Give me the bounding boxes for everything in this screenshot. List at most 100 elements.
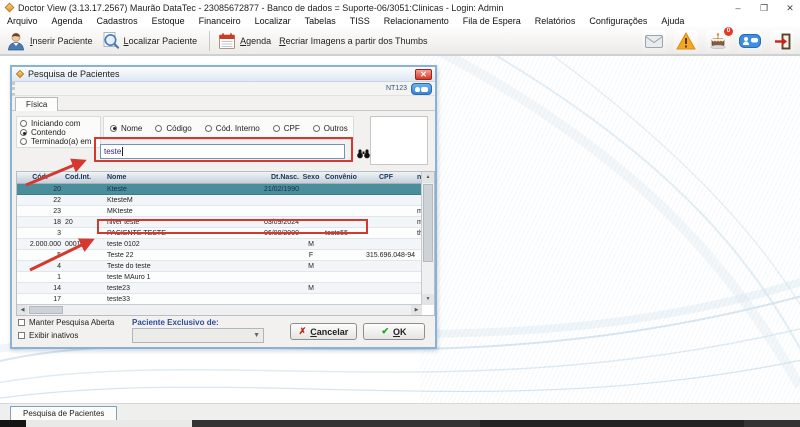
menu-item-tabelas[interactable]: Tabelas [298,16,343,26]
column-header[interactable]: Cod.Int. [65,172,105,184]
table-cell: MKteste [107,206,265,217]
vscroll-thumb[interactable] [423,184,433,262]
table-cell: 2.000.000 [19,239,61,250]
radio-option-c-d-interno[interactable]: Cód. Interno [205,124,260,133]
radio-option-terminado-a-em[interactable]: Terminado(a) em [20,137,97,146]
menu-item-agenda[interactable]: Agenda [45,16,90,26]
radio-icon[interactable] [20,138,27,145]
window-title: Doctor View (3.13.17.2567) Maurão DataTe… [18,3,503,13]
scroll-right-icon[interactable]: ▶ [411,305,422,315]
taskbar-search-segment[interactable] [26,420,192,427]
dialog-titlebar[interactable]: Pesquisa de Pacientes ✕ [12,67,435,82]
menu-item-financeiro[interactable]: Financeiro [192,16,248,26]
insert-patient-button[interactable]: Inserir Paciente [4,29,99,53]
agenda-button[interactable]: Agenda [216,30,277,52]
menu-item-arquivo[interactable]: Arquivo [0,16,45,26]
table-cell [301,217,321,228]
taskbar-start-segment[interactable] [0,420,26,427]
menu-item-ajuda[interactable]: Ajuda [654,16,691,26]
menu-item-fila-de-espera[interactable]: Fila de Espera [456,16,528,26]
table-row[interactable]: 1820niver teste03/09/2024ma [17,217,422,228]
scroll-left-icon[interactable]: ◀ [17,305,28,315]
taskbar-segment [480,420,744,427]
radio-option-contendo[interactable]: Contendo [20,128,97,137]
table-cell [65,250,105,261]
alerts-button[interactable] [674,30,698,52]
patient-chat-button[interactable] [411,83,432,95]
checkbox-icon[interactable] [18,319,25,326]
radio-icon[interactable] [273,125,280,132]
radio-icon[interactable] [205,125,212,132]
binoculars-icon[interactable] [357,146,370,164]
checkbox-icon[interactable] [18,332,25,339]
radio-option-outros[interactable]: Outros [313,124,348,133]
table-row[interactable]: 23MKtestema [17,206,422,217]
radio-option-c-digo[interactable]: Código [155,124,191,133]
table-cell [255,261,299,272]
messages-button[interactable] [738,30,762,52]
column-header[interactable]: CPF [357,172,415,184]
mail-icon [645,35,663,48]
horizontal-scrollbar[interactable]: ◀ ▶ [17,304,422,315]
show-inactive-option[interactable]: Exibir inativos [18,331,78,340]
logout-button[interactable] [770,30,794,52]
table-cell [255,206,299,217]
radio-option-nome[interactable]: Nome [110,124,142,133]
agenda-label: Agenda [240,36,271,46]
menu-item-relacionamento[interactable]: Relacionamento [377,16,456,26]
radio-option-iniciando-com[interactable]: Iniciando com [20,119,97,128]
scroll-up-icon[interactable]: ▲ [422,172,434,183]
column-header[interactable]: Sexo [301,172,321,184]
table-cell: teste MAuro 1 [107,272,265,283]
ok-button[interactable]: ✔ OK [363,323,425,340]
keep-search-open-option[interactable]: Manter Pesquisa Aberta [18,318,114,327]
column-header[interactable]: Nome [107,172,265,184]
mail-button[interactable] [642,30,666,52]
tab-pesquisa-de-pacientes[interactable]: Pesquisa de Pacientes [10,406,117,420]
menu-item-tiss[interactable]: TISS [343,16,377,26]
radio-label: Iniciando com [31,119,80,128]
table-row[interactable]: 20Kteste21/02/1990 [17,184,422,195]
table-row[interactable]: 14teste23M [17,283,422,294]
table-row[interactable]: 4Teste do testeM [17,261,422,272]
table-row[interactable]: 22KtesteM [17,195,422,206]
column-header[interactable]: Cód. [19,172,61,184]
radio-label: Terminado(a) em [31,137,91,146]
table-row[interactable]: 1teste MAuro 1 [17,272,422,283]
radio-option-cpf[interactable]: CPF [273,124,300,133]
scroll-down-icon[interactable]: ▼ [422,294,434,305]
birthdays-button[interactable]: 0 [706,30,730,52]
menu-item-relatórios[interactable]: Relatórios [528,16,583,26]
table-cell: 23 [19,206,61,217]
close-button[interactable]: ✕ [784,3,796,13]
radio-icon[interactable] [110,125,117,132]
table-row[interactable]: 2.000.0000001teste 0102M [17,239,422,250]
menu-item-configurações[interactable]: Configurações [582,16,654,26]
menu-item-cadastros[interactable]: Cadastros [90,16,145,26]
search-input[interactable]: teste [100,144,345,159]
column-header[interactable]: Dt.Nasc. [255,172,299,184]
hscroll-thumb[interactable] [29,306,63,314]
table-row[interactable]: 3PACIENTE TESTE06/09/2000teste55thi [17,228,422,239]
recreate-images-button[interactable]: Recriar Imagens a partir dos Thumbs [277,34,433,48]
os-taskbar[interactable] [0,420,800,427]
tab-fisica[interactable]: Física [15,97,58,111]
cancel-x-icon: ✗ [299,326,307,337]
menu-item-localizar[interactable]: Localizar [248,16,298,26]
radio-icon[interactable] [20,120,27,127]
radio-icon[interactable] [155,125,162,132]
minimize-button[interactable]: ‒ [732,3,744,13]
radio-icon[interactable] [20,129,27,136]
menu-item-estoque[interactable]: Estoque [145,16,192,26]
dialog-logo-icon [16,70,24,78]
radio-icon[interactable] [313,125,320,132]
cancel-button[interactable]: ✗ Cancelar [290,323,357,340]
maximize-button[interactable]: ❐ [758,3,770,13]
table-cell: M [301,261,321,272]
table-row[interactable]: 5Teste 22F315.696.048-94 [17,250,422,261]
dialog-close-button[interactable]: ✕ [415,69,432,80]
locate-patient-button[interactable]: Localizar Paciente [99,29,204,52]
vertical-scrollbar[interactable]: ▲ ▼ [421,172,434,305]
app-logo-icon [5,3,15,13]
exclusive-patient-select[interactable]: ▼ [132,328,264,343]
